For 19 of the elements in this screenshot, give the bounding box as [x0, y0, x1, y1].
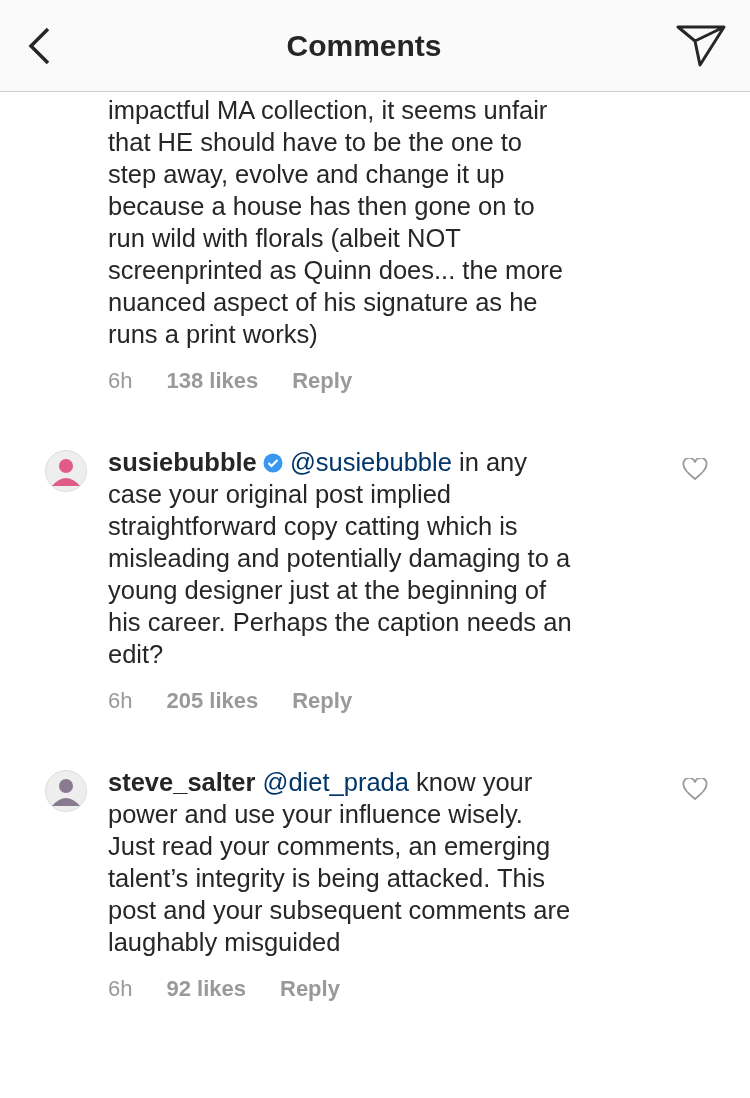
comment-text: susiebubble @susiebubble in any case your original post implied straightforward copy catting which is misleading and potentially damaging to a young designer just at the beginning of his career. Perhaps the caption needs an edit?: [108, 447, 573, 670]
likes-count[interactable]: 92 likes: [166, 976, 246, 1002]
reply-link[interactable]: Reply: [292, 368, 353, 394]
heart-icon[interactable]: [682, 778, 708, 801]
likes-count[interactable]: 138 likes: [166, 368, 259, 394]
comment-time: 6h: [108, 688, 133, 714]
reply-link[interactable]: Reply: [280, 976, 340, 1002]
back-icon[interactable]: [26, 25, 52, 66]
avatar[interactable]: [45, 770, 87, 812]
comment-text: impactful MA collection, it seems unfair that HE should have to be the one to step away, evolve and change it up because a house has then gone on to run wild with florals (albeit NOT screenprinted as Quinn does... the more nuanced aspect of his signature as he runs a print works): [108, 95, 564, 350]
comment-text: steve_salter @diet_prada know your power and use your influence wisely. Just read your comments, an emerging talent’s integrity is being attacked. This post and your subsequent comments are laughably misguided: [108, 767, 572, 958]
comment-time: 6h: [108, 976, 133, 1002]
likes-count[interactable]: 205 likes: [166, 688, 259, 714]
avatar[interactable]: [45, 450, 87, 492]
send-icon[interactable]: [676, 23, 726, 68]
heart-icon[interactable]: [682, 458, 708, 481]
reply-link[interactable]: Reply: [292, 688, 353, 714]
page-title: Comments: [286, 28, 442, 63]
comment-time: 6h: [108, 368, 133, 394]
